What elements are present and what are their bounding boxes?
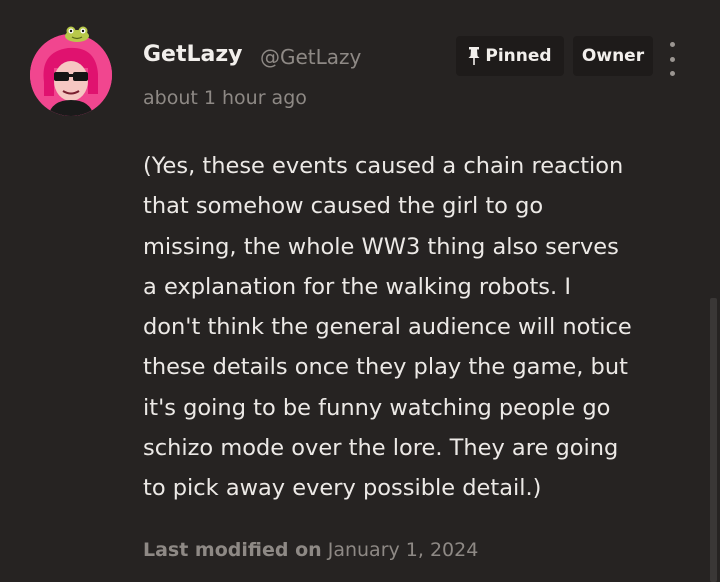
last-modified: Last modified on January 1, 2024: [143, 539, 478, 561]
comment-body-line: a explanation for the walking robots. I: [143, 273, 571, 300]
author-display-name[interactable]: GetLazy: [143, 42, 243, 67]
avatar[interactable]: [30, 34, 112, 116]
avatar-image: [30, 34, 112, 116]
last-modified-label: Last modified on: [143, 539, 322, 561]
comment-body-line: missing, the whole WW3 thing also serves: [143, 233, 619, 260]
pin-icon: [468, 47, 480, 65]
comment-body-line: don't think the general audience will no…: [143, 314, 632, 341]
owner-badge: Owner: [573, 36, 653, 76]
comment-timestamp[interactable]: about 1 hour ago: [143, 87, 307, 109]
pinned-badge: Pinned: [456, 36, 564, 76]
comment-card: GetLazy @GetLazy about 1 hour ago Pinned…: [0, 0, 720, 582]
comment-body-line: these details once they play the game, b…: [143, 354, 628, 381]
pinned-label: Pinned: [485, 46, 552, 66]
more-options-icon[interactable]: [662, 42, 682, 76]
more-dot: [669, 71, 675, 76]
comment-body-line: (Yes, these events caused a chain reacti…: [143, 153, 624, 179]
scrollbar[interactable]: [710, 298, 717, 582]
comment-body-line: that somehow caused the girl to go: [143, 193, 544, 220]
comment-body-line: to pick away every possible detail.): [143, 475, 542, 502]
comment-body: (Yes, these events caused a chain reacti…: [143, 146, 703, 509]
author-handle[interactable]: @GetLazy: [260, 45, 361, 69]
frog-icon: [64, 26, 90, 42]
comment-body-line: schizo mode over the lore. They are goin…: [143, 435, 619, 462]
more-dot: [669, 42, 675, 47]
comment-body-line: it's going to be funny watching people g…: [143, 394, 611, 421]
last-modified-date: January 1, 2024: [327, 539, 479, 561]
avatar-container[interactable]: [30, 26, 112, 116]
owner-label: Owner: [581, 46, 645, 66]
more-dot: [669, 56, 675, 62]
